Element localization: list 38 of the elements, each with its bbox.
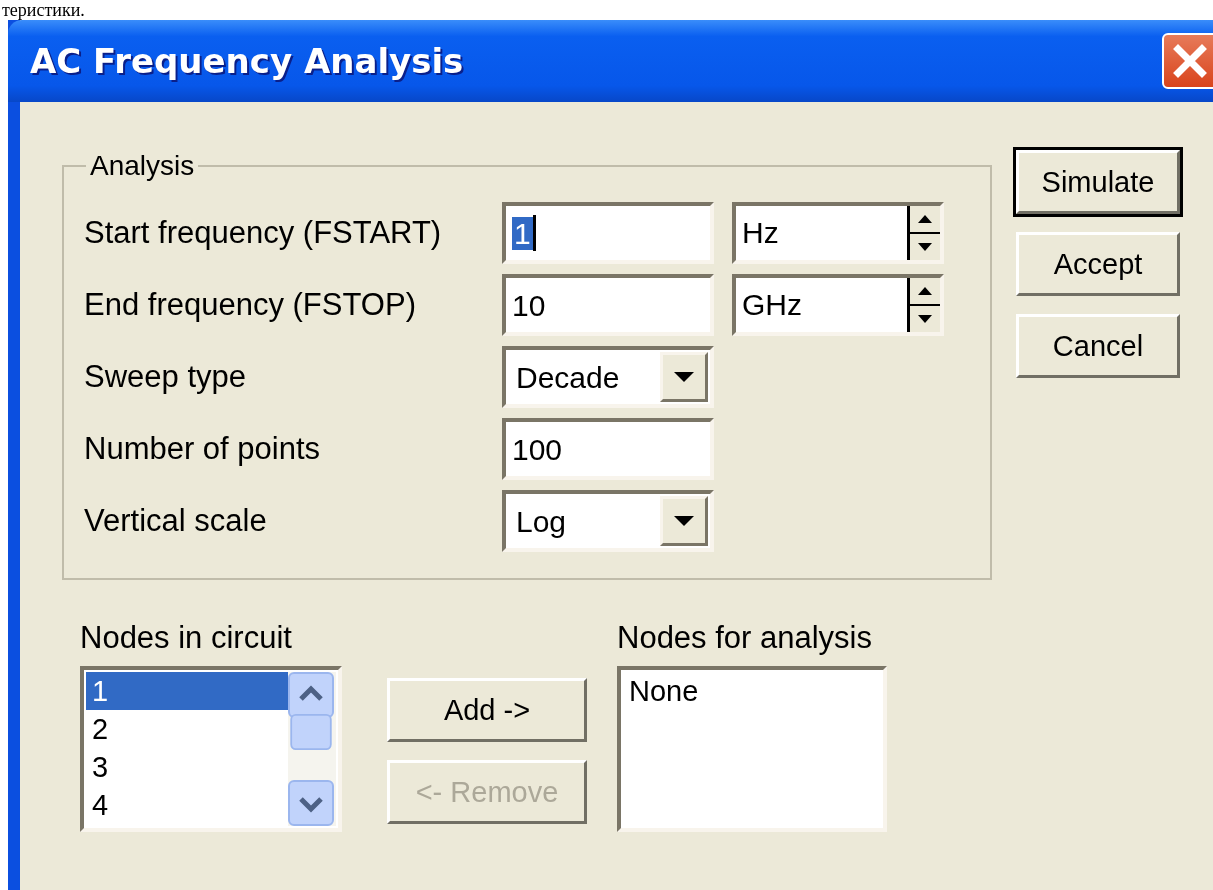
spin-down-icon: [918, 243, 932, 251]
dropdown-arrow-icon: [672, 370, 696, 384]
unit-spinner[interactable]: Hz: [732, 202, 944, 264]
dialog-button[interactable]: Cancel: [1016, 314, 1180, 378]
close-button[interactable]: [1162, 33, 1213, 89]
list-item[interactable]: 4: [86, 786, 288, 824]
scroll-bar[interactable]: [288, 672, 336, 826]
move-button[interactable]: Add ->: [387, 678, 587, 742]
list-label: Nodes in circuit: [80, 620, 293, 656]
close-icon: [1173, 44, 1207, 78]
scroll-up-icon: [288, 672, 334, 718]
list-label: Nodes for analysis: [617, 620, 873, 656]
field-label: Number of points: [84, 431, 322, 467]
dropdown[interactable]: Log: [502, 490, 714, 552]
list-item[interactable]: None: [623, 672, 881, 710]
input-field[interactable]: 100: [502, 418, 714, 480]
group-title: Analysis: [89, 150, 196, 182]
list-item[interactable]: 3: [86, 748, 288, 786]
field-label: Sweep type: [84, 359, 247, 395]
unit-spinner[interactable]: GHz: [732, 274, 944, 336]
spin-up-icon: [918, 215, 932, 223]
page-text: теристики.: [2, 0, 85, 20]
input-field[interactable]: 1: [502, 202, 714, 264]
field-label: End frequency (FSTOP): [84, 287, 417, 323]
spin-up-icon: [918, 287, 932, 295]
dialog-button[interactable]: Simulate: [1016, 150, 1180, 214]
list-item[interactable]: 1: [86, 672, 288, 710]
scroll-down-icon: [288, 780, 334, 826]
window-title: AC Frequency Analysis: [30, 41, 464, 81]
scroll-thumb: [288, 714, 334, 750]
dropdown[interactable]: Decade: [502, 346, 714, 408]
dialog-button[interactable]: Accept: [1016, 232, 1180, 296]
dropdown-arrow-icon: [672, 514, 696, 528]
list-item[interactable]: 2: [86, 710, 288, 748]
field-label: Vertical scale: [84, 503, 268, 539]
field-label: Start frequency (FSTART): [84, 215, 443, 251]
input-field[interactable]: 10: [502, 274, 714, 336]
spin-down-icon: [918, 315, 932, 323]
